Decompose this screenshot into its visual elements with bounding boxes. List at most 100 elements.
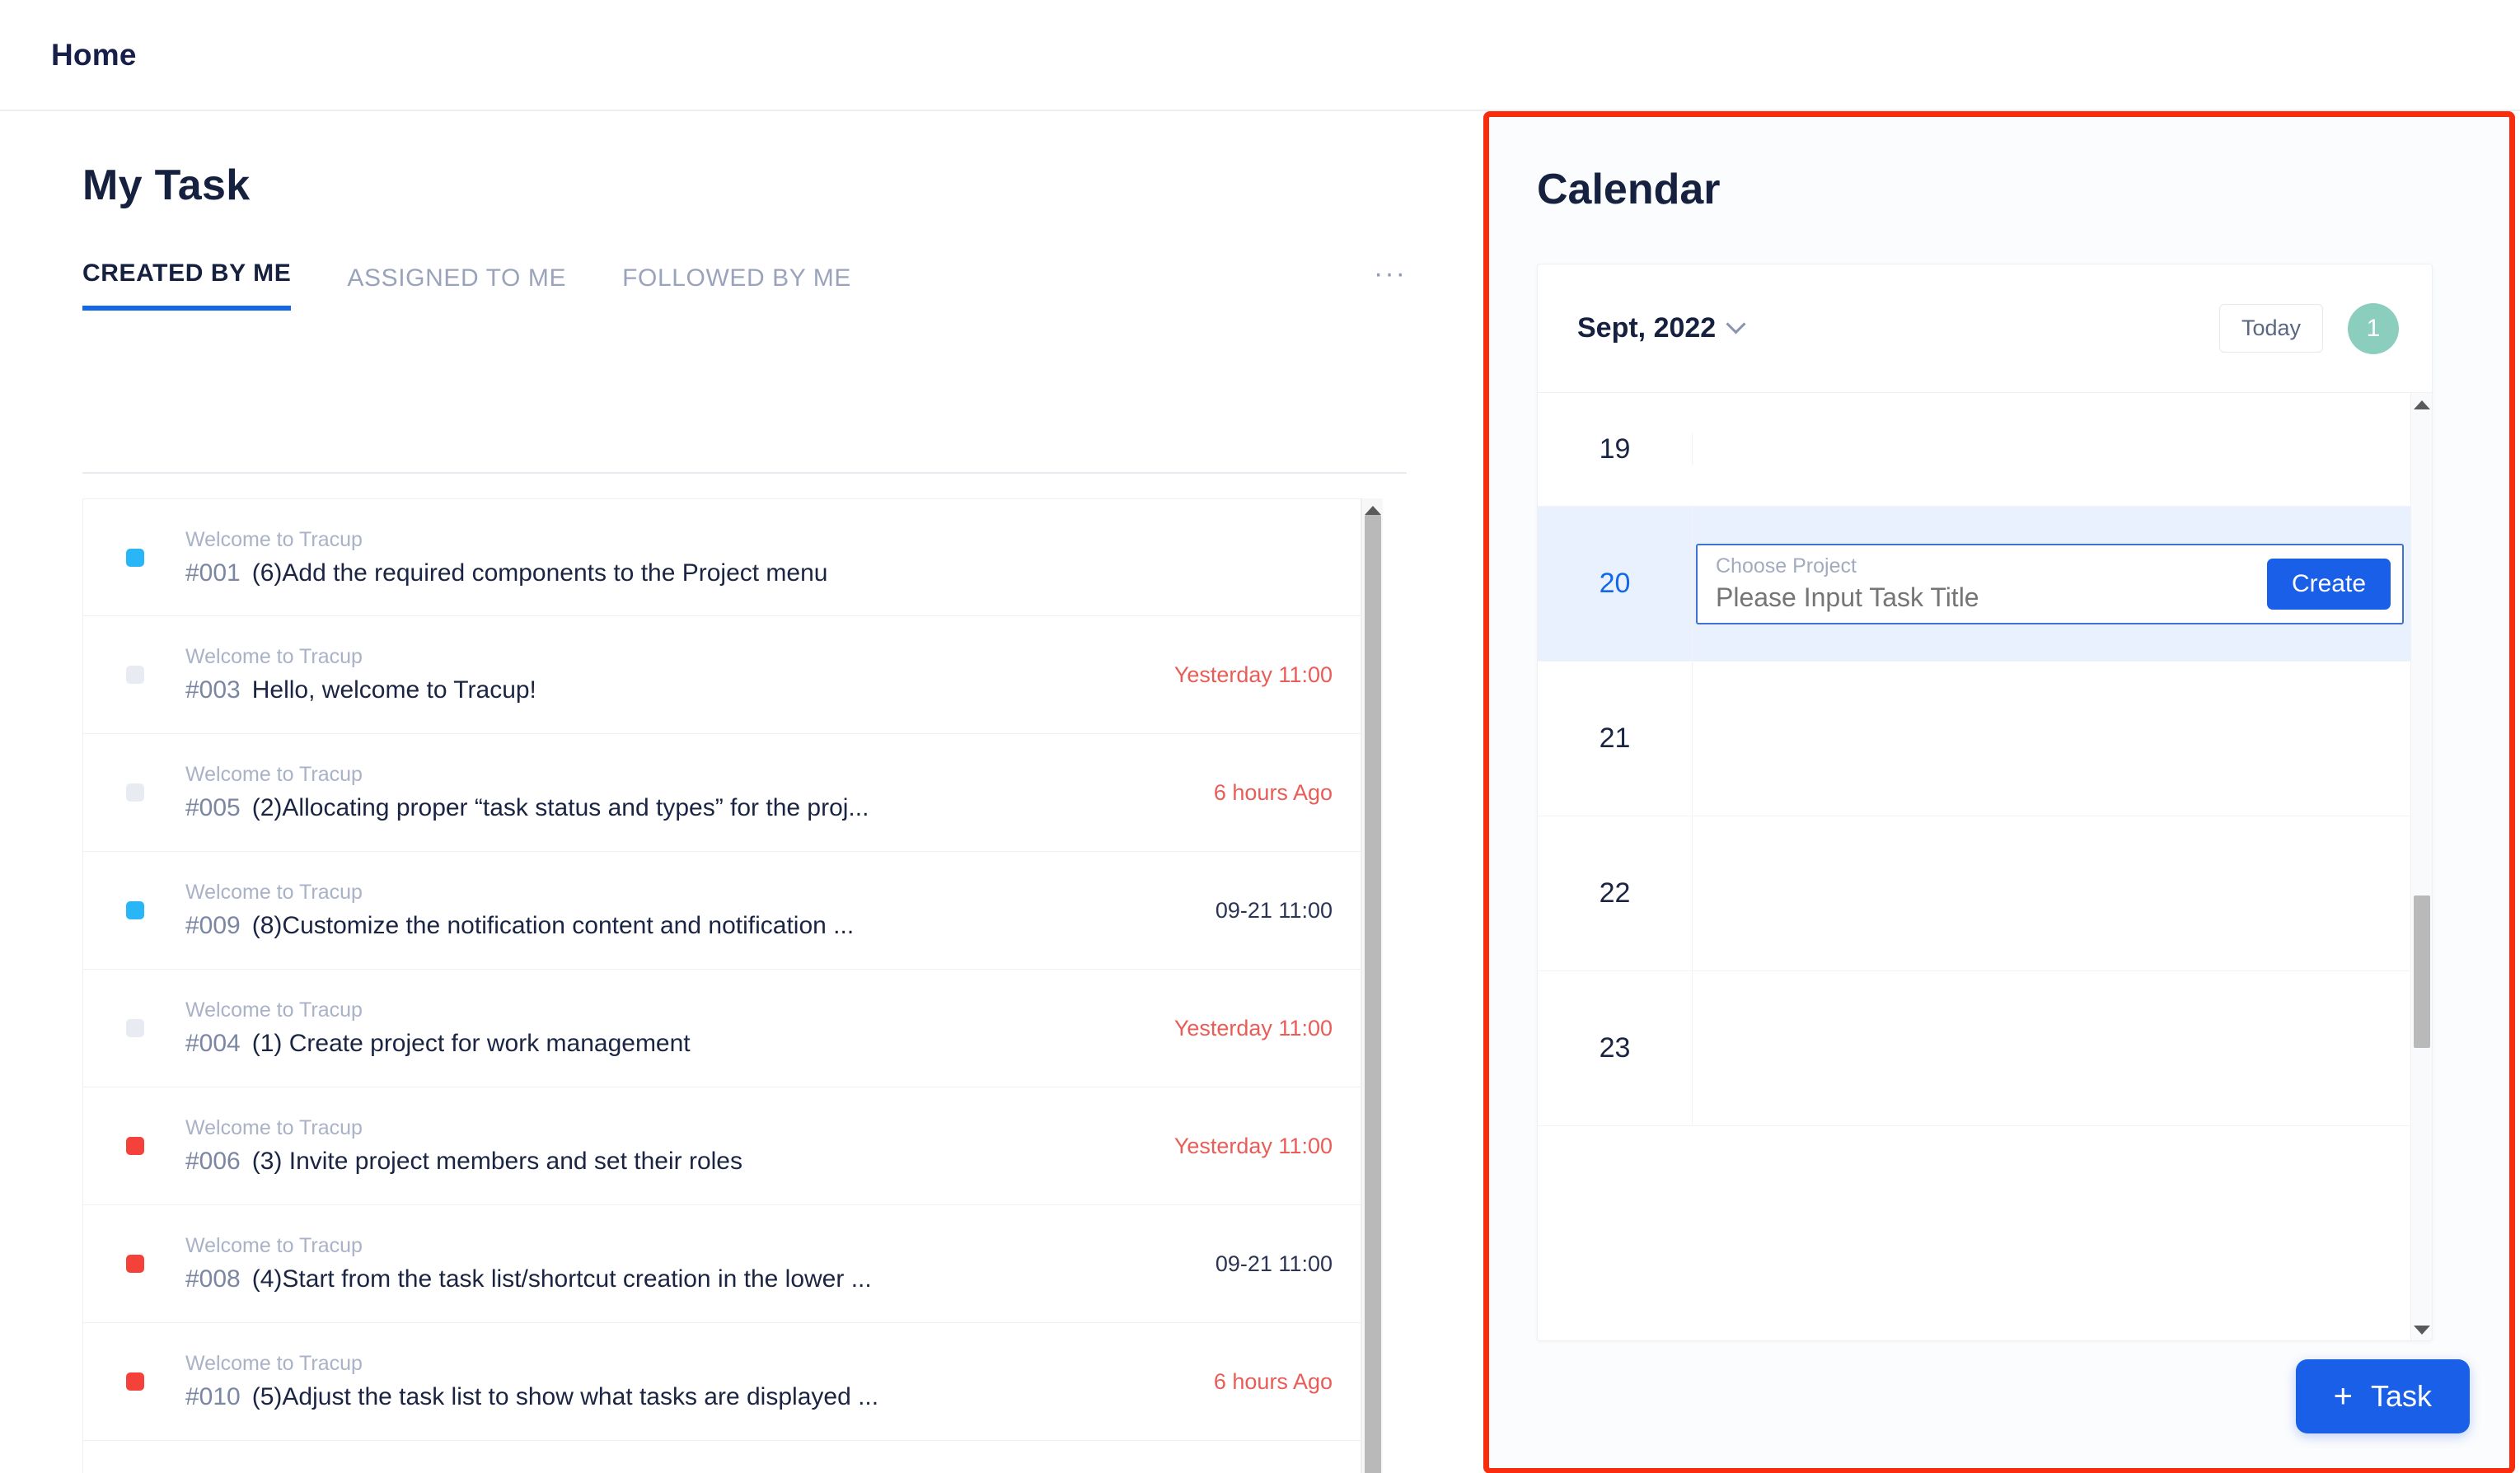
task-project-name: Welcome to Tracup [185, 645, 363, 668]
task-text-block: Welcome to Tracup #004 (1) Create project … [185, 998, 1174, 1058]
task-row[interactable]: Welcome to Tracup #003 Hello, welcome to T… [83, 616, 1361, 734]
scroll-up-arrow-icon[interactable] [1364, 506, 1381, 515]
month-selector[interactable]: Sept, 2022 [1577, 312, 1746, 344]
task-status-indicator [126, 783, 144, 802]
task-row[interactable]: Welcome to Tracup #010 (5)Adjust the task … [83, 1323, 1361, 1441]
page-title: My Task [82, 161, 251, 209]
task-text-block: Welcome to Tracup #008 (4)Start from the t… [185, 1234, 1216, 1293]
calendar-scroll-up-arrow-icon[interactable] [2413, 400, 2430, 409]
task-row[interactable]: Welcome to Tracup#002(7)The Home brings … [83, 1441, 1361, 1473]
task-title: Hello, welcome to Tracup! [251, 676, 536, 704]
task-text-block: Welcome to Tracup #010 (5)Adjust the task … [185, 1352, 1214, 1411]
task-row[interactable]: Welcome to Tracup #006 (3) Invite project … [83, 1087, 1361, 1205]
create-fields: Choose Project [1716, 554, 2267, 613]
my-task-panel: My Task CREATED BY ME ASSIGNED TO ME FOL… [0, 111, 1483, 1473]
calendar-scrollbar-thumb[interactable] [2414, 895, 2430, 1048]
calendar-card: Sept, 2022 Today 1 19 20 Choose ProjectCre… [1537, 264, 2433, 1341]
inline-task-create-box: Choose ProjectCreate [1696, 543, 2404, 624]
task-text-block: Welcome to Tracup #001 (6)Add the required… [185, 528, 1333, 587]
calendar-day-number: 23 [1599, 1032, 1631, 1064]
calendar-scrollbar-track[interactable] [2411, 409, 2432, 1326]
calendar-day-number-cell[interactable]: 19 [1538, 433, 1693, 465]
task-project-name: Welcome to Tracup [185, 763, 363, 786]
task-title-input[interactable] [1716, 582, 2267, 613]
breadcrumb[interactable]: Home [51, 38, 137, 72]
task-id: #009 [185, 912, 241, 939]
choose-project-selector[interactable]: Choose Project [1716, 554, 2267, 578]
task-timestamp: 6 hours Ago [1213, 1368, 1333, 1394]
task-id: #006 [185, 1148, 241, 1175]
task-id: #005 [185, 794, 241, 821]
task-title-line: #008 (4)Start from the task list/shortcut… [185, 1265, 1216, 1293]
tab-assigned-to-me[interactable]: ASSIGNED TO ME [347, 264, 566, 311]
task-timestamp: 09-21 11:00 [1215, 897, 1333, 923]
task-title: (3) Invite project members and set their… [251, 1148, 742, 1175]
task-list: Welcome to Tracup #001 (6)Add the required… [82, 498, 1361, 1473]
task-project-name: Welcome to Tracup [185, 527, 363, 551]
task-list-scrollbar[interactable] [1361, 498, 1383, 1473]
calendar-day-row[interactable]: 22 [1538, 816, 2410, 971]
calendar-day-row[interactable]: 20 Choose ProjectCreate [1538, 507, 2410, 662]
calendar-day-number-cell[interactable]: 23 [1538, 971, 1693, 1125]
task-project-name: Welcome to Tracup [185, 1116, 363, 1139]
calendar-title: Calendar [1537, 166, 1721, 213]
task-row[interactable]: Welcome to Tracup #004 (1) Create project … [83, 970, 1361, 1087]
tab-created-by-me[interactable]: CREATED BY ME [82, 260, 292, 311]
task-project-name: Welcome to Tracup [185, 1470, 1333, 1473]
task-title: (8)Customize the notification content an… [251, 912, 855, 939]
calendar-day-number: 22 [1599, 877, 1631, 909]
task-project-name: Welcome to Tracup [185, 998, 363, 1022]
calendar-scroll-down-arrow-icon[interactable] [2413, 1326, 2430, 1335]
create-task-button[interactable]: Create [2266, 558, 2391, 610]
task-status-indicator [126, 1255, 144, 1273]
add-task-label: Task [2370, 1379, 2432, 1413]
calendar-day-number-cell[interactable]: 20 [1538, 507, 1693, 661]
top-header-bar: Home [0, 0, 2520, 111]
task-title-line: #003 Hello, welcome to Tracup! [185, 676, 1174, 704]
task-text-block: Welcome to Tracup#002(7)The Home brings … [185, 1470, 1333, 1473]
scrollbar-thumb[interactable] [1365, 515, 1381, 1473]
task-status-indicator [126, 1372, 144, 1391]
task-row[interactable]: Welcome to Tracup #001 (6)Add the required… [83, 498, 1361, 616]
task-project-name: Welcome to Tracup [185, 881, 363, 904]
calendar-day-events[interactable] [1693, 816, 2410, 970]
task-status-indicator [126, 1019, 144, 1037]
task-id: #010 [185, 1383, 241, 1410]
task-title: (2)Allocating proper “task status and ty… [251, 794, 869, 821]
task-status-indicator [126, 1137, 144, 1155]
calendar-day-row[interactable]: 19 [1538, 393, 2410, 507]
calendar-day-row[interactable]: 21 [1538, 662, 2410, 816]
scrollbar-track[interactable] [1362, 515, 1383, 1473]
calendar-day-number-cell[interactable]: 21 [1538, 662, 1693, 816]
task-row[interactable]: Welcome to Tracup #009 (8)Customize the no… [83, 852, 1361, 970]
calendar-day-number: 21 [1599, 722, 1631, 754]
task-id: #001 [185, 559, 241, 587]
calendar-day-number-cell[interactable]: 22 [1538, 816, 1693, 970]
task-id: #008 [185, 1265, 241, 1293]
task-timestamp: Yesterday 11:00 [1173, 662, 1333, 687]
calendar-panel-wrapper: Calendar Sept, 2022 Today 1 19 20 Choose P… [1483, 111, 2520, 1473]
task-status-indicator [126, 901, 144, 919]
task-title-line: #004 (1) Create project for work manageme… [185, 1030, 1174, 1058]
task-timestamp: 09-21 11:00 [1215, 1251, 1333, 1276]
calendar-day-events[interactable] [1693, 662, 2410, 816]
task-title-line: #010 (5)Adjust the task list to show what… [185, 1383, 1214, 1411]
task-status-indicator [126, 666, 144, 684]
task-list-container: Welcome to Tracup #001 (6)Add the required… [82, 498, 1426, 1473]
page-body: My Task CREATED BY ME ASSIGNED TO ME FOL… [0, 111, 2520, 1473]
calendar-day-row[interactable]: 23 [1538, 971, 2410, 1126]
calendar-scrollbar[interactable] [2410, 393, 2432, 1340]
tab-followed-by-me[interactable]: FOLLOWED BY ME [622, 264, 851, 311]
calendar-day-number: 19 [1599, 433, 1631, 465]
task-project-name: Welcome to Tracup [185, 1234, 363, 1257]
add-task-button[interactable]: + Task [2295, 1359, 2470, 1433]
task-row[interactable]: Welcome to Tracup #005 (2)Allocating prope… [83, 734, 1361, 852]
task-timestamp: Yesterday 11:00 [1173, 1015, 1333, 1040]
calendar-day-events[interactable] [1693, 971, 2410, 1125]
event-count-badge[interactable]: 1 [2348, 302, 2399, 354]
more-options-icon[interactable]: ··· [1374, 260, 1407, 311]
task-title-line: #005 (2)Allocating proper “task status an… [185, 794, 1214, 822]
today-button[interactable]: Today [2218, 304, 2323, 353]
task-row[interactable]: Welcome to Tracup #008 (4)Start from the t… [83, 1205, 1361, 1323]
task-timestamp: 6 hours Ago [1213, 779, 1333, 805]
